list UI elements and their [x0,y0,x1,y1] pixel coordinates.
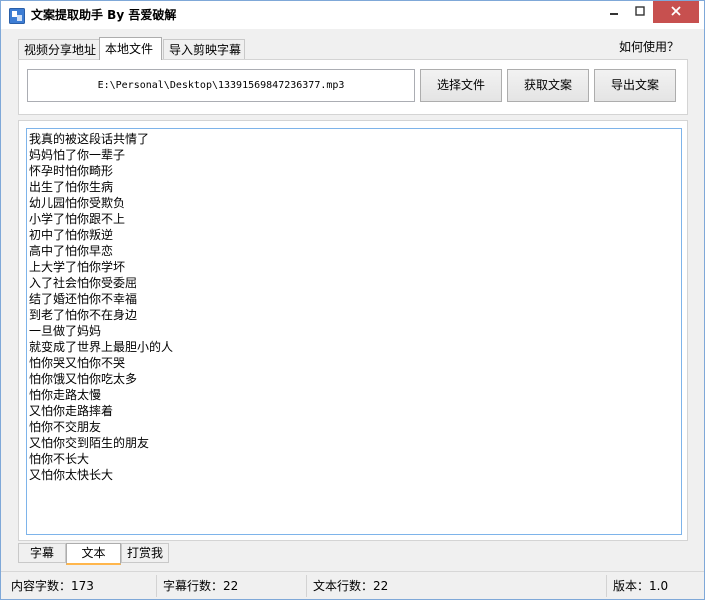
text-line: 到老了怕你不在身边 [29,308,138,322]
status-char-count: 内容字数：173 [11,579,94,593]
text-line: 出生了怕你生病 [29,180,114,194]
how-to-use-link[interactable]: 如何使用？ [619,39,679,55]
tab-import-jianying-subtitles[interactable]: 导入剪映字幕 [163,39,245,60]
content-panel: 我真的被这段话共情了 妈妈怕了你一辈子 怀孕时怕你畸形 出生了怕你生病 幼儿园怕你受欺负… [18,120,688,541]
text-line: 又怕你走路摔着 [29,404,114,418]
text-line: 一旦做了妈妈 [29,324,102,338]
status-text-lines: 文本行数：22 [313,579,389,593]
tab-donate[interactable]: 打赏我 [121,543,169,563]
text-line: 小学了怕你跟不上 [29,212,126,226]
status-separator [606,575,607,597]
minimize-icon [609,5,619,19]
close-icon [670,5,682,20]
text-line: 怕你哭又怕你不哭 [29,356,126,370]
select-file-button[interactable]: 选择文件 [420,69,502,102]
tab-subtitles[interactable]: 字幕 [18,543,66,563]
status-subtitle-lines: 字幕行数：22 [163,579,239,593]
text-line: 又怕你太快长大 [29,468,114,482]
text-line: 怀孕时怕你畸形 [29,164,114,178]
text-line: 上大学了怕你学坏 [29,260,126,274]
status-version: 版本：1.0 [613,579,669,593]
window-title: 文案提取助手 By 吾爱破解 [31,8,177,22]
text-line: 怕你不长大 [29,452,90,466]
title-bar[interactable]: 文案提取助手 By 吾爱破解 [1,1,704,30]
local-file-panel: E:\Personal\Desktop\13391569847236377.mp… [18,59,688,115]
minimize-button[interactable] [601,1,627,23]
text-content-area[interactable]: 我真的被这段话共情了 妈妈怕了你一辈子 怀孕时怕你畸形 出生了怕你生病 幼儿园怕你受欺负… [26,128,682,535]
text-line: 我真的被这段话共情了 [29,132,150,146]
tab-text[interactable]: 文本 [66,543,121,565]
text-line: 高中了怕你早恋 [29,244,114,258]
text-line: 怕你饿又怕你吃太多 [29,372,138,386]
app-window: 文案提取助手 By 吾爱破解 视频分享地址 本地文件 导入剪映字幕 如何使用？ … [0,0,705,600]
maximize-button[interactable] [627,1,653,23]
text-line: 怕你不交朋友 [29,420,102,434]
export-copy-button[interactable]: 导出文案 [594,69,676,102]
close-button[interactable] [653,1,699,23]
text-line: 幼儿园怕你受欺负 [29,196,126,210]
maximize-icon [635,5,645,19]
text-line: 结了婚还怕你不幸福 [29,292,138,306]
file-path-field[interactable]: E:\Personal\Desktop\13391569847236377.mp… [27,69,415,102]
fetch-copy-button[interactable]: 获取文案 [507,69,589,102]
app-icon [9,8,25,24]
tab-video-share-url[interactable]: 视频分享地址 [18,39,100,60]
text-line: 就变成了世界上最胆小的人 [29,340,174,354]
status-separator [306,575,307,597]
text-line: 初中了怕你叛逆 [29,228,114,242]
status-bar: 内容字数：173 字幕行数：22 文本行数：22 版本：1.0 [1,571,704,599]
text-line: 入了社会怕你受委屈 [29,276,138,290]
text-line: 妈妈怕了你一辈子 [29,148,126,162]
tab-local-file[interactable]: 本地文件 [99,37,162,60]
text-line: 又怕你交到陌生的朋友 [29,436,150,450]
status-separator [156,575,157,597]
text-line: 怕你走路太慢 [29,388,102,402]
